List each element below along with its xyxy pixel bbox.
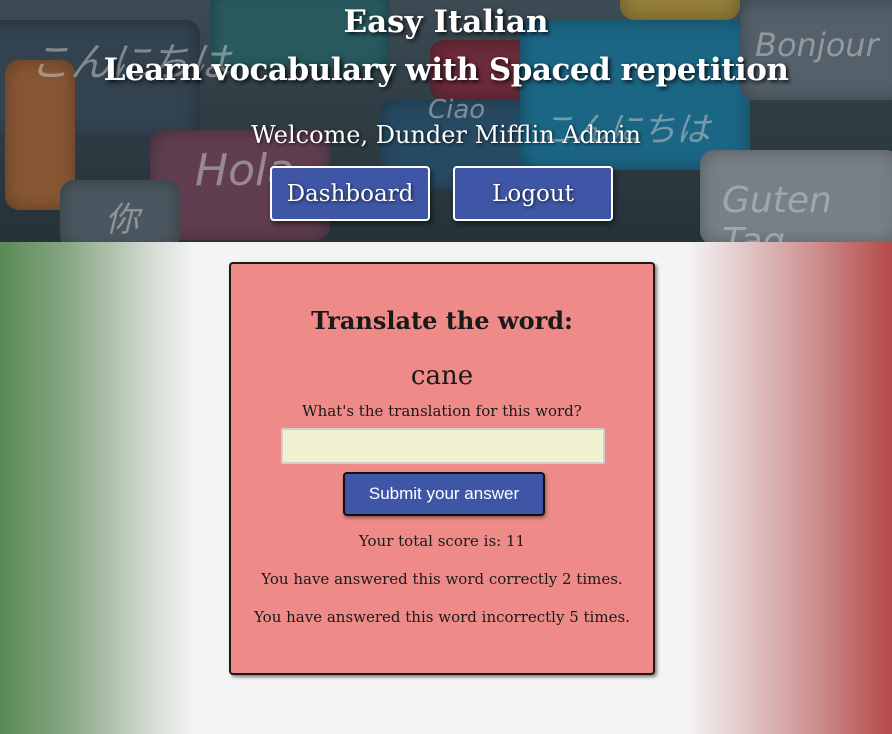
submit-answer-button[interactable]: Submit your answer <box>343 472 545 516</box>
app-subtitle: Learn vocabulary with Spaced repetition <box>103 52 789 88</box>
quiz-heading: Translate the word: <box>311 306 573 335</box>
logout-button[interactable]: Logout <box>453 166 613 221</box>
incorrect-count: You have answered this word incorrectly … <box>254 608 630 626</box>
answer-input[interactable] <box>281 428 605 464</box>
dashboard-button[interactable]: Dashboard <box>270 166 430 221</box>
app-title: Easy Italian <box>343 4 549 40</box>
quiz-word: cane <box>410 361 474 391</box>
total-score: Your total score is: 11 <box>358 532 526 550</box>
quiz-card: Translate the word: cane What's the tran… <box>229 262 655 675</box>
welcome-message: Welcome, Dunder Mifflin Admin <box>251 121 641 149</box>
translation-prompt: What's the translation for this word? <box>302 402 582 420</box>
hero-banner: こんにちは Bonjour Hola Ciao 你 Guten Tag こんにち… <box>0 0 892 242</box>
correct-count: You have answered this word correctly 2 … <box>261 570 623 588</box>
